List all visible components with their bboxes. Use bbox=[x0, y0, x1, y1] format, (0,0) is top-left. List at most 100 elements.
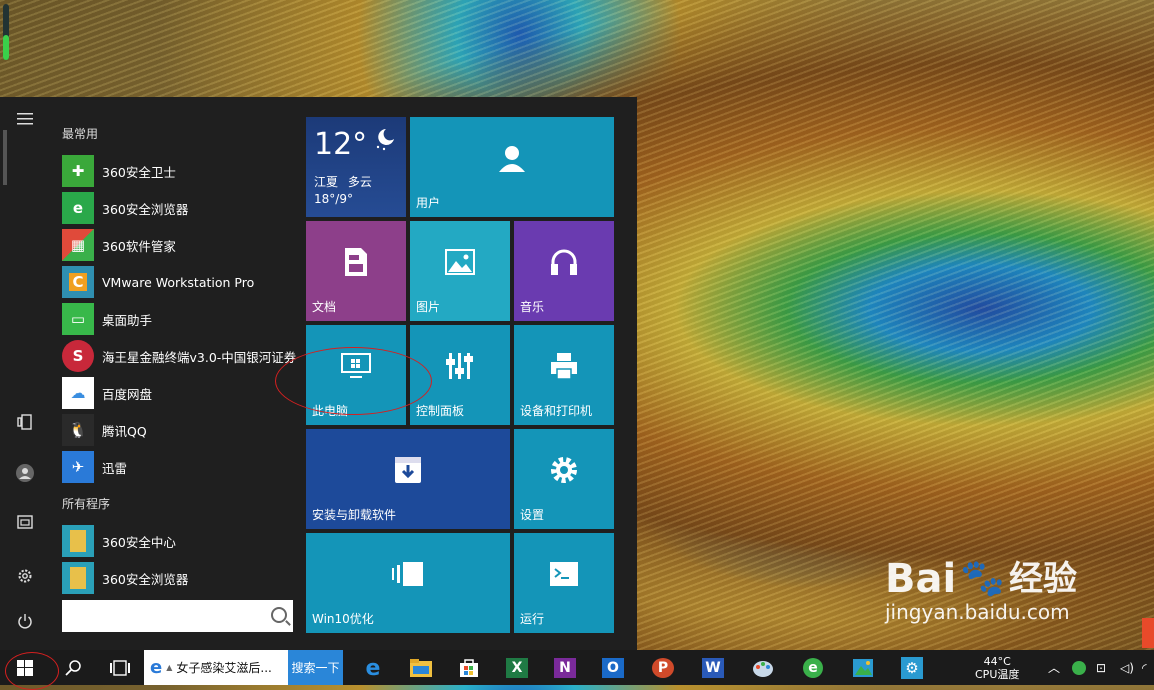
headphones-icon bbox=[514, 221, 614, 303]
tile-weather[interactable]: 12° 江夏 多云 18°/9° bbox=[306, 117, 406, 217]
file-explorer-taskbar-icon[interactable] bbox=[406, 653, 436, 683]
app-label: 360安全卫士 bbox=[102, 164, 176, 180]
tile-label: 设备和打印机 bbox=[520, 404, 593, 418]
vmware-icon: C bbox=[62, 266, 94, 298]
tile-win10-optimize[interactable]: Win10优化 bbox=[306, 533, 510, 633]
show-hidden-icons-chevron-icon[interactable]: ︿ bbox=[1048, 650, 1060, 685]
app-item-360-software-manager[interactable]: ▦ 360软件管家 bbox=[62, 229, 176, 261]
360-tray-icon[interactable] bbox=[1072, 650, 1086, 685]
settings-taskbar-icon[interactable]: ⚙ bbox=[897, 653, 927, 683]
baidu-jingyan-watermark: Bai 🐾 经验 jingyan.baidu.com bbox=[885, 558, 1077, 624]
app-item-baidu-netdisk[interactable]: ☁ 百度网盘 bbox=[62, 377, 152, 409]
desktop-assistant-icon: ▭ bbox=[62, 303, 94, 335]
tile-label: 设置 bbox=[520, 508, 545, 522]
sogou-badge-icon bbox=[1142, 618, 1154, 648]
neptune-finance-icon: S bbox=[62, 340, 94, 372]
network-icon[interactable]: ⊡ bbox=[1096, 650, 1106, 685]
tablet-mode-icon[interactable] bbox=[15, 414, 35, 434]
taskbar-ie-window[interactable]: e ▲ 女子感染艾滋后... bbox=[144, 650, 289, 685]
app-label: 桌面助手 bbox=[102, 312, 153, 328]
scrollbar[interactable] bbox=[3, 130, 7, 185]
store-icon[interactable] bbox=[454, 653, 484, 683]
app-label: 360安全浏览器 bbox=[102, 201, 189, 217]
tile-documents[interactable]: 文档 bbox=[306, 221, 406, 321]
onenote-icon[interactable]: N bbox=[550, 653, 580, 683]
tile-label: Win10优化 bbox=[312, 612, 374, 626]
gadget-meter bbox=[3, 4, 9, 60]
360-browser-taskbar-icon[interactable]: e bbox=[798, 653, 828, 683]
paw-icon: 🐾 bbox=[960, 558, 1006, 599]
tile-label: 音乐 bbox=[520, 300, 545, 314]
annotation-circle-this-pc bbox=[275, 347, 432, 415]
folder-icon bbox=[62, 525, 94, 557]
ie-window-title: 女子感染艾滋后... bbox=[176, 661, 272, 675]
baidu-netdisk-icon: ☁ bbox=[62, 377, 94, 409]
app-item-neptune-finance[interactable]: S 海王星金融终端v3.0-中国银河证券 bbox=[62, 340, 296, 372]
powerpoint-icon[interactable]: P bbox=[648, 653, 678, 683]
xunlei-icon: ✈ bbox=[62, 451, 94, 483]
annotation-circle-start bbox=[5, 652, 59, 690]
file-explorer-icon[interactable] bbox=[15, 514, 35, 534]
app-label: 360软件管家 bbox=[102, 238, 176, 254]
app-item-360-browser[interactable]: e 360安全浏览器 bbox=[62, 192, 188, 224]
cpu-temp-widget[interactable]: 44°C CPU温度 bbox=[975, 650, 1019, 685]
app-item-vmware[interactable]: C VMware Workstation Pro bbox=[62, 266, 254, 298]
search-icon[interactable] bbox=[58, 653, 88, 683]
app-item-360-security-center[interactable]: 360安全中心 bbox=[62, 525, 176, 557]
most-used-header: 最常用 bbox=[62, 127, 99, 141]
warning-icon: ▲ bbox=[166, 663, 173, 672]
moon-cloud-icon bbox=[372, 127, 396, 157]
tile-music[interactable]: 音乐 bbox=[514, 221, 614, 321]
excel-icon[interactable]: X bbox=[502, 653, 532, 683]
photos-icon[interactable] bbox=[848, 653, 878, 683]
task-view-icon[interactable] bbox=[105, 653, 135, 683]
tile-run[interactable]: 运行 bbox=[514, 533, 614, 633]
power-icon[interactable] bbox=[15, 613, 35, 633]
run-console-icon bbox=[514, 533, 614, 615]
gear-icon bbox=[514, 429, 614, 511]
app-label: 腾讯QQ bbox=[102, 423, 147, 439]
watermark-cn: 经验 bbox=[1009, 559, 1078, 599]
tile-devices-printers[interactable]: 设备和打印机 bbox=[514, 325, 614, 425]
watermark-brand: Bai bbox=[885, 556, 957, 602]
printer-icon bbox=[514, 325, 614, 407]
document-icon bbox=[306, 221, 406, 303]
all-programs-header: 所有程序 bbox=[62, 497, 111, 511]
weather-temp: 12° bbox=[314, 127, 368, 162]
qq-icon: 🐧 bbox=[62, 414, 94, 446]
wifi-icon[interactable]: ◜ bbox=[1142, 650, 1147, 685]
start-menu: 最常用 ✚ 360安全卫士 e 360安全浏览器 ▦ 360软件管家 C VMw… bbox=[0, 97, 637, 650]
app-label: 360安全中心 bbox=[102, 534, 176, 550]
tile-label: 安装与卸载软件 bbox=[312, 508, 397, 522]
app-item-360-safeguard[interactable]: ✚ 360安全卫士 bbox=[62, 155, 176, 187]
search-button[interactable]: 搜索一下 bbox=[288, 650, 343, 685]
hamburger-menu-icon[interactable] bbox=[15, 111, 35, 131]
360-browser-icon: e bbox=[62, 192, 94, 224]
app-label: 360安全浏览器 bbox=[102, 571, 189, 587]
start-menu-rail bbox=[0, 97, 50, 650]
picture-icon bbox=[410, 221, 510, 303]
settings-gear-icon[interactable] bbox=[15, 568, 35, 588]
app-label: 百度网盘 bbox=[102, 386, 153, 402]
volume-icon[interactable]: ◁) bbox=[1120, 650, 1134, 685]
app-label: VMware Workstation Pro bbox=[102, 274, 255, 290]
app-item-qq[interactable]: 🐧 腾讯QQ bbox=[62, 414, 147, 446]
taskbar: e ▲ 女子感染艾滋后... 搜索一下 e X N O P W e ⚙ 44°C… bbox=[0, 650, 1154, 690]
tile-pictures[interactable]: 图片 bbox=[410, 221, 510, 321]
app-item-360-browser-folder[interactable]: 360安全浏览器 bbox=[62, 562, 188, 594]
paint-icon[interactable] bbox=[748, 653, 778, 683]
outlook-icon[interactable]: O bbox=[598, 653, 628, 683]
app-label: 迅雷 bbox=[102, 460, 128, 476]
tile-user[interactable]: 用户 bbox=[410, 117, 614, 217]
tile-label: 用户 bbox=[416, 196, 441, 210]
word-icon[interactable]: W bbox=[698, 653, 728, 683]
app-item-xunlei[interactable]: ✈ 迅雷 bbox=[62, 451, 127, 483]
start-search-input[interactable] bbox=[62, 600, 293, 632]
search-icon bbox=[271, 607, 287, 623]
tile-settings[interactable]: 设置 bbox=[514, 429, 614, 529]
edge-icon[interactable]: e bbox=[358, 653, 388, 683]
tile-install-uninstall[interactable]: 安装与卸载软件 bbox=[306, 429, 510, 529]
user-avatar-icon[interactable] bbox=[15, 463, 35, 483]
watermark-url: jingyan.baidu.com bbox=[885, 600, 1070, 624]
app-item-desktop-assistant[interactable]: ▭ 桌面助手 bbox=[62, 303, 152, 335]
